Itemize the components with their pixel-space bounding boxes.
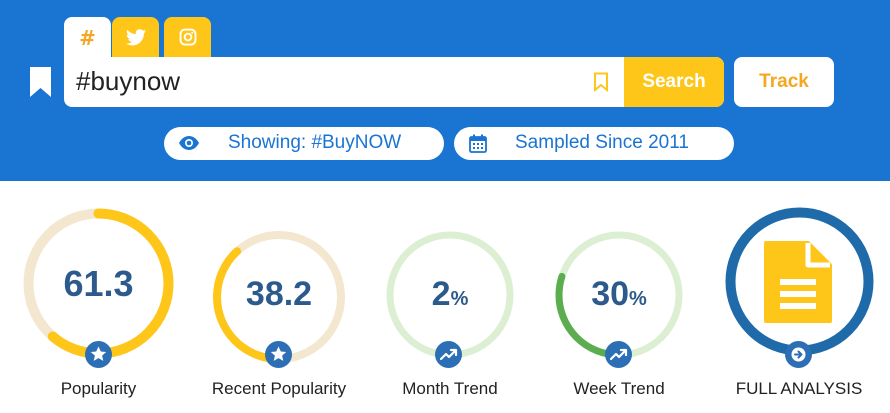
document-icon [764, 241, 832, 323]
track-button[interactable]: Track [734, 57, 834, 107]
star-icon [265, 341, 292, 368]
recent-popularity-label: Recent Popularity [211, 379, 347, 398]
popularity-value: 61.3 [63, 263, 134, 304]
tab-hashtag[interactable]: # [64, 17, 111, 59]
search-input[interactable]: #buynow [76, 66, 180, 97]
bookmark-icon[interactable] [28, 67, 53, 97]
calendar-icon [469, 134, 487, 153]
month-trend-value: 2% [431, 275, 469, 313]
tab-twitter[interactable] [112, 17, 159, 57]
star-icon [85, 341, 112, 368]
hashtag-icon: # [79, 26, 96, 50]
showing-pill[interactable]: Showing: #BuyNOW [164, 127, 444, 160]
trend-icon [605, 341, 632, 368]
eye-icon [179, 136, 199, 150]
search-button[interactable]: Search [624, 57, 724, 107]
month-trend-label: Month Trend [402, 379, 498, 398]
recent-popularity-value: 38.2 [245, 275, 313, 313]
showing-label: Showing: #BuyNOW [228, 132, 402, 153]
week-trend-label: Week Trend [573, 379, 665, 398]
sampled-label: Sampled Since 2011 [515, 132, 689, 153]
search-bar: #buynow Search [64, 57, 724, 107]
week-trend-value: 30% [591, 275, 647, 313]
instagram-icon [179, 28, 196, 46]
popularity-label: Popularity [60, 379, 137, 398]
tab-instagram[interactable] [164, 17, 211, 57]
full-analysis-label: FULL ANALYSIS [735, 379, 863, 398]
header-bar: # #buynow Search Track Showing: #BuyNOW [0, 0, 890, 181]
sampled-pill[interactable]: Sampled Since 2011 [454, 127, 734, 160]
arrow-right-icon [785, 341, 812, 368]
bookmark-outline-icon[interactable] [593, 72, 609, 92]
trend-icon [435, 341, 462, 368]
twitter-icon [125, 28, 146, 45]
